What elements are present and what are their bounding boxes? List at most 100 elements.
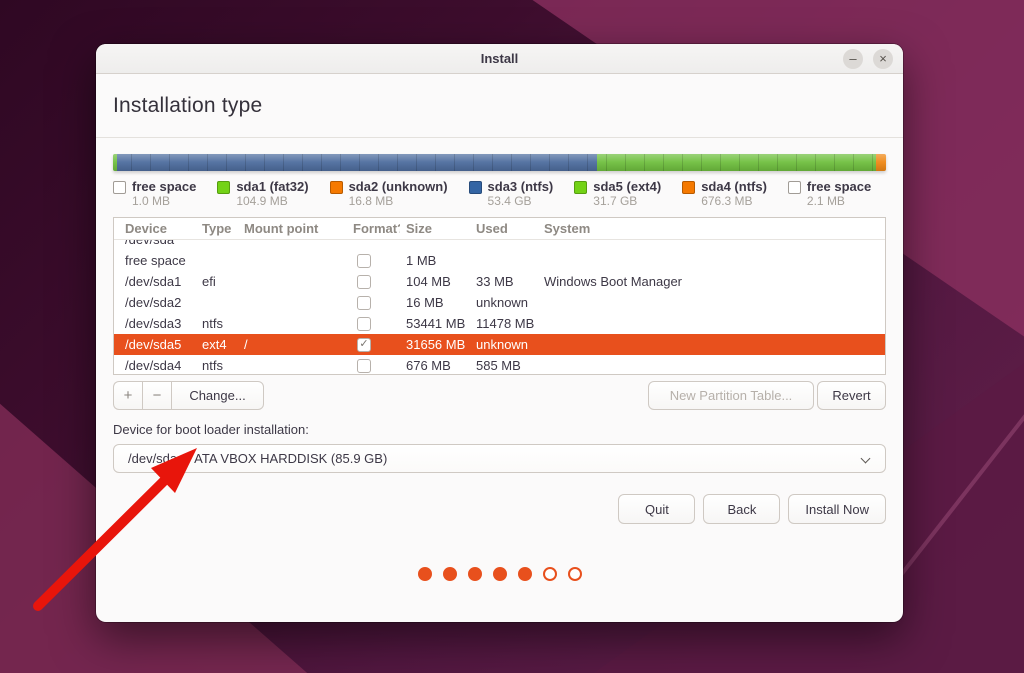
table-row[interactable]: /dev/sda3ntfs53441 MB11478 MB bbox=[114, 313, 885, 334]
cell-type: ntfs bbox=[198, 358, 242, 373]
bootloader-device-dropdown[interactable]: /dev/sda ATA VBOX HARDDISK (85.9 GB) bbox=[113, 444, 886, 473]
cell-format bbox=[347, 296, 400, 310]
legend-text: sda2 (unknown)16.8 MB bbox=[349, 179, 448, 209]
cell-type: efi bbox=[198, 274, 242, 289]
legend-size: 53.4 GB bbox=[488, 194, 554, 209]
column-header-size: Size bbox=[400, 221, 470, 236]
legend-label: sda2 (unknown) bbox=[349, 179, 448, 194]
legend-text: sda5 (ext4)31.7 GB bbox=[593, 179, 661, 209]
cell-device: /dev/sda2 bbox=[114, 295, 198, 310]
cell-type: ntfs bbox=[198, 316, 242, 331]
cell-device: /dev/sda1 bbox=[114, 274, 198, 289]
table-row-clipped[interactable]: /dev/sda bbox=[114, 240, 885, 250]
legend-size: 676.3 MB bbox=[701, 194, 767, 209]
legend-swatch-icon bbox=[469, 181, 482, 194]
format-checkbox-checked[interactable]: ✓ bbox=[357, 338, 371, 352]
cell-size: 676 MB bbox=[400, 358, 470, 373]
cell-used: unknown bbox=[470, 295, 538, 310]
page-title: Installation type bbox=[113, 94, 262, 118]
table-row[interactable]: /dev/sda4ntfs676 MB585 MB bbox=[114, 355, 885, 375]
progress-dot bbox=[443, 567, 457, 581]
partition-table[interactable]: Device Type Mount point Format? Size Use… bbox=[113, 217, 886, 375]
cell-system: Windows Boot Manager bbox=[538, 274, 885, 289]
legend-label: sda1 (fat32) bbox=[236, 179, 308, 194]
legend-size: 31.7 GB bbox=[593, 194, 661, 209]
minimize-button[interactable]: – bbox=[843, 49, 863, 69]
legend-swatch-icon bbox=[330, 181, 343, 194]
progress-dot bbox=[418, 567, 432, 581]
format-checkbox[interactable] bbox=[357, 296, 371, 310]
new-partition-table-button[interactable]: New Partition Table... bbox=[648, 381, 814, 410]
revert-button[interactable]: Revert bbox=[817, 381, 886, 410]
legend-swatch-icon bbox=[113, 181, 126, 194]
cell-used: 33 MB bbox=[470, 274, 538, 289]
legend-size: 1.0 MB bbox=[132, 194, 196, 209]
bar-segment-sda3 bbox=[117, 154, 597, 171]
format-checkbox[interactable] bbox=[357, 254, 371, 268]
quit-button[interactable]: Quit bbox=[618, 494, 695, 524]
legend-text: free space1.0 MB bbox=[132, 179, 196, 209]
close-icon: × bbox=[879, 52, 887, 65]
partition-edit-group: + − Change... bbox=[113, 381, 264, 410]
legend-label: free space bbox=[807, 179, 871, 194]
legend-size: 16.8 MB bbox=[349, 194, 448, 209]
legend-item: free space1.0 MB bbox=[113, 179, 196, 209]
progress-dot bbox=[468, 567, 482, 581]
remove-partition-button[interactable]: − bbox=[142, 381, 171, 410]
legend-label: free space bbox=[132, 179, 196, 194]
legend-item: sda1 (fat32)104.9 MB bbox=[217, 179, 308, 209]
column-header-device: Device bbox=[114, 221, 198, 236]
window-controls: – × bbox=[843, 44, 893, 73]
add-partition-button[interactable]: + bbox=[113, 381, 142, 410]
cell-format bbox=[347, 254, 400, 268]
format-checkbox[interactable] bbox=[357, 275, 371, 289]
progress-dot bbox=[518, 567, 532, 581]
titlebar[interactable]: Install – × bbox=[96, 44, 903, 74]
bar-segment-sda4 bbox=[876, 154, 886, 171]
column-header-format: Format? bbox=[347, 221, 400, 236]
table-body: free space1 MB/dev/sda1efi104 MB33 MBWin… bbox=[114, 250, 885, 375]
cell-device: /dev/sda3 bbox=[114, 316, 198, 331]
progress-dot bbox=[543, 567, 557, 581]
legend-label: sda5 (ext4) bbox=[593, 179, 661, 194]
table-row[interactable]: /dev/sda5ext4/✓31656 MBunknown bbox=[114, 334, 885, 355]
window-title: Install bbox=[481, 51, 519, 66]
legend-label: sda3 (ntfs) bbox=[488, 179, 554, 194]
legend-text: sda1 (fat32)104.9 MB bbox=[236, 179, 308, 209]
progress-dot bbox=[568, 567, 582, 581]
table-row[interactable]: /dev/sda1efi104 MB33 MBWindows Boot Mana… bbox=[114, 271, 885, 292]
partition-actions: + − Change... New Partition Table... Rev… bbox=[113, 381, 886, 410]
bootloader-label: Device for boot loader installation: bbox=[113, 422, 886, 437]
cell-used: 11478 MB bbox=[470, 316, 538, 331]
chevron-down-icon bbox=[861, 454, 871, 464]
column-header-system: System bbox=[538, 221, 885, 236]
bootloader-device-description: ATA VBOX HARDDISK (85.9 GB) bbox=[194, 451, 387, 466]
change-partition-button[interactable]: Change... bbox=[171, 381, 264, 410]
bootloader-device-value: /dev/sda bbox=[128, 451, 177, 466]
legend-swatch-icon bbox=[788, 181, 801, 194]
installer-window: Install – × Installation type free space… bbox=[96, 44, 903, 622]
legend-swatch-icon bbox=[574, 181, 587, 194]
legend-size: 2.1 MB bbox=[807, 194, 871, 209]
column-header-used: Used bbox=[470, 221, 538, 236]
table-row[interactable]: /dev/sda216 MBunknown bbox=[114, 292, 885, 313]
cell-size: 31656 MB bbox=[400, 337, 470, 352]
progress-dot bbox=[493, 567, 507, 581]
navigation-buttons: Quit Back Install Now bbox=[113, 494, 886, 524]
clipped-device-label: /dev/sda bbox=[125, 240, 174, 250]
progress-dots bbox=[113, 567, 886, 581]
format-checkbox[interactable] bbox=[357, 359, 371, 373]
legend-size: 104.9 MB bbox=[236, 194, 308, 209]
back-button[interactable]: Back bbox=[703, 494, 780, 524]
table-row[interactable]: free space1 MB bbox=[114, 250, 885, 271]
cell-mount-point: / bbox=[242, 337, 347, 352]
install-now-button[interactable]: Install Now bbox=[788, 494, 886, 524]
table-header-row: Device Type Mount point Format? Size Use… bbox=[114, 218, 885, 240]
legend-item: sda5 (ext4)31.7 GB bbox=[574, 179, 661, 209]
legend-text: sda4 (ntfs)676.3 MB bbox=[701, 179, 767, 209]
close-button[interactable]: × bbox=[873, 49, 893, 69]
legend-label: sda4 (ntfs) bbox=[701, 179, 767, 194]
cell-size: 1 MB bbox=[400, 253, 470, 268]
format-checkbox[interactable] bbox=[357, 317, 371, 331]
cell-format bbox=[347, 359, 400, 373]
